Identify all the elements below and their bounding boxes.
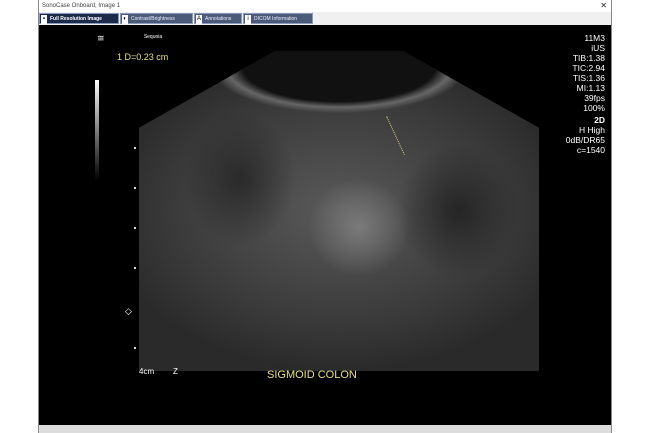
focus-marker-icon: ◇ — [125, 306, 132, 316]
tab-full-resolution-image[interactable]: ▪ Full Resolution Image — [39, 13, 119, 24]
info-icon: i — [245, 15, 251, 24]
param: TIB:1.38 — [572, 53, 605, 63]
scan-parameters: 11M3 iUS TIB:1.38 TIC:2.94 TIS:1.36 MI:1… — [566, 33, 605, 155]
tab-contrast-brightness[interactable]: ◐ Contrast/Brightness — [120, 13, 193, 24]
param: TIS:1.36 — [572, 73, 605, 83]
grayscale-bar — [95, 80, 99, 180]
mode: 2D — [594, 115, 605, 125]
title-bar: SonoCase Onboard, Image 1 ✕ — [39, 0, 611, 12]
param: 100% — [583, 103, 605, 113]
image-icon: ▪ — [41, 15, 47, 24]
depth-marker — [134, 227, 136, 229]
ultrasound-sector — [139, 51, 539, 371]
depth-marker — [134, 147, 136, 149]
focus-label: Z — [173, 367, 178, 376]
ultrasound-image: ◇ ≅ Sequoia 1 D=0.23 cm 4cm Z SIGMOID CO… — [39, 25, 611, 425]
param: 0dB/DR65 — [565, 135, 605, 145]
param: c=1540 — [576, 145, 605, 155]
param: MI:1.13 — [576, 83, 605, 93]
tab-dicom-information[interactable]: i DICOM Information — [243, 13, 313, 24]
viewer-window: SonoCase Onboard, Image 1 ✕ ▪ Full Resolu… — [38, 0, 612, 433]
depth-marker — [134, 267, 136, 269]
param: 11M3 — [584, 33, 605, 43]
status-bar — [39, 425, 611, 433]
close-icon[interactable]: ✕ — [600, 0, 607, 12]
image-annotation: SIGMOID COLON — [267, 369, 357, 381]
window-title: SonoCase Onboard, Image 1 — [42, 3, 121, 9]
depth-marker — [134, 347, 136, 349]
contrast-icon: ◐ — [122, 15, 128, 24]
param: 39fps — [584, 93, 605, 103]
depth-marker — [134, 187, 136, 189]
measurement-readout: 1 D=0.23 cm — [117, 52, 169, 62]
param: iUS — [591, 43, 605, 53]
logo: Sequoia — [143, 34, 163, 40]
probe-icon: ≅ — [97, 33, 105, 43]
depth-label: 4cm — [139, 367, 155, 376]
tab-annotations[interactable]: A Annotations — [194, 13, 242, 24]
annotation-icon: A — [196, 15, 202, 24]
tab-bar: ▪ Full Resolution Image ◐ Contrast/Brightn… — [39, 12, 611, 25]
param: TIC:2.94 — [572, 63, 605, 73]
param: H High — [579, 125, 605, 135]
